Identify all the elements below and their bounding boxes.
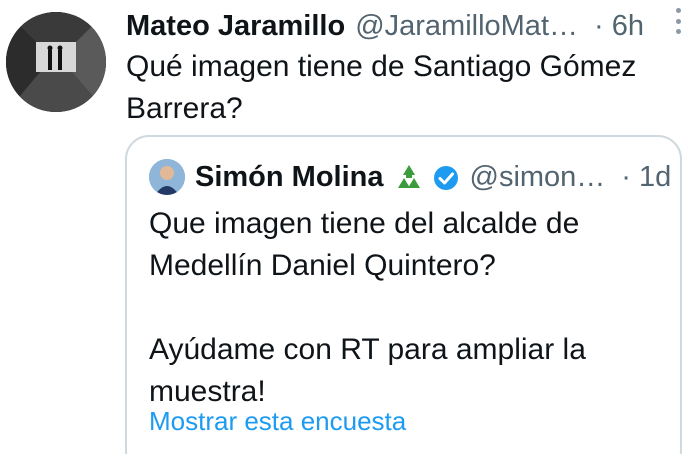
timestamp[interactable]: · 6h	[594, 6, 644, 46]
quoted-tweet[interactable]: Simón Molina @simon… · 1d Que imagen tie…	[125, 135, 682, 454]
quoted-display-name[interactable]: Simón Molina	[195, 157, 384, 197]
avatar-tunnel-photo	[6, 12, 106, 112]
recycle-icon	[394, 162, 424, 192]
more-vertical-icon[interactable]	[673, 8, 683, 34]
quoted-user-handle[interactable]: @simon…	[470, 157, 606, 197]
quoted-text-paragraph: Ayúdame con RT para ampliar la muestra!	[149, 333, 586, 408]
quoted-avatar	[149, 159, 185, 195]
show-poll-link[interactable]: Mostrar esta encuesta	[149, 403, 406, 439]
display-name[interactable]: Mateo Jaramillo	[126, 6, 345, 46]
tweet-text: Qué imagen tiene de Santiago Gómez Barre…	[126, 50, 637, 125]
user-handle[interactable]: @JaramilloMat…	[355, 6, 578, 46]
quoted-text-paragraph: Que imagen tiene del alcalde de Medellín…	[149, 207, 580, 282]
quoted-tweet-text: Que imagen tiene del alcalde de Medellín…	[149, 203, 649, 413]
quoted-timestamp[interactable]: · 1d	[621, 157, 671, 197]
quoted-tweet-header: Simón Molina @simon… · 1d	[149, 157, 671, 197]
tweet-header: Mateo Jaramillo @JaramilloMat… · 6h	[126, 6, 686, 46]
tweet[interactable]: Mateo Jaramillo @JaramilloMat… · 6h Qué …	[0, 0, 693, 454]
verified-badge-icon	[432, 163, 460, 191]
avatar[interactable]	[6, 12, 106, 112]
